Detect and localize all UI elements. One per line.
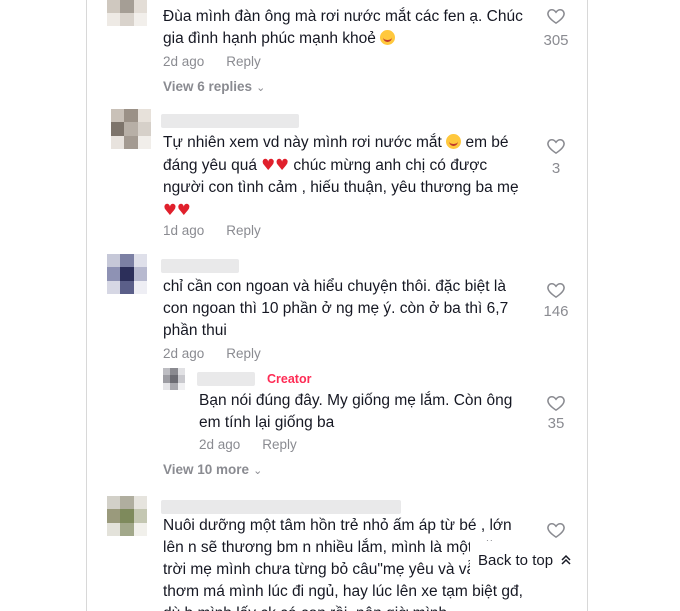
creator-badge: Creator xyxy=(267,372,312,386)
chevron-down-icon: ⌄ xyxy=(256,82,266,94)
reply-button[interactable]: Reply xyxy=(226,346,261,361)
like-heart-icon[interactable] xyxy=(546,136,566,156)
smiling-face-emoji xyxy=(446,134,462,149)
comment-text: Tự nhiên xem vd này mình rơi nước mắt em… xyxy=(163,134,519,219)
comment-meta: 2d ago Reply xyxy=(163,346,261,361)
comment-text: Đùa mình đàn ông mà rơi nước mắt các fen… xyxy=(163,8,523,47)
like-count: 146 xyxy=(543,303,569,320)
avatar[interactable] xyxy=(107,496,147,536)
like-heart-icon[interactable] xyxy=(546,393,566,413)
view-more-replies-button[interactable]: View 10 more ⌄ xyxy=(163,462,262,477)
smiling-face-emoji xyxy=(380,30,396,45)
comment-time: 2d ago xyxy=(163,346,205,361)
username-redacted[interactable] xyxy=(161,500,401,514)
like-heart-icon[interactable] xyxy=(546,6,566,26)
view-replies-button[interactable]: View 6 replies ⌄ xyxy=(163,79,265,94)
comments-panel: Đùa mình đàn ông mà rơi nước mắt các fen… xyxy=(86,0,588,611)
like-heart-icon[interactable] xyxy=(546,280,566,300)
red-heart-emoji: ♥♥ xyxy=(261,156,290,174)
comment-text: Nuôi dưỡng một tâm hồn trẻ nhỏ ấm áp từ … xyxy=(163,517,523,611)
comment-time: 2d ago xyxy=(163,54,205,69)
red-heart-emoji: ♥♥ xyxy=(163,201,191,219)
like-count: 305 xyxy=(543,32,569,49)
comment-meta: 1d ago Reply xyxy=(163,223,261,238)
reply-text: Bạn nói đúng đây. My giống mẹ lắm. Còn ô… xyxy=(199,392,513,431)
comment-time: 2d ago xyxy=(199,437,241,452)
back-to-top-label: Back to top xyxy=(478,551,554,569)
chevron-down-icon: ⌄ xyxy=(253,465,263,477)
username-redacted[interactable] xyxy=(161,114,299,128)
username-redacted[interactable] xyxy=(197,372,255,386)
username-redacted[interactable] xyxy=(161,259,239,273)
back-to-top-button[interactable]: Back to top xyxy=(470,541,586,579)
comment-meta: 2d ago Reply xyxy=(199,437,297,452)
comment-meta: 2d ago Reply xyxy=(163,54,261,69)
like-count: 35 xyxy=(547,415,565,432)
like-count: 3 xyxy=(551,160,561,177)
comment-text: chỉ cần con ngoan và hiểu chuyện thôi. đ… xyxy=(163,278,509,339)
avatar[interactable] xyxy=(111,109,151,149)
reply-button[interactable]: Reply xyxy=(226,223,261,238)
reply-button[interactable]: Reply xyxy=(226,54,261,69)
avatar[interactable] xyxy=(163,368,185,390)
double-chevron-up-icon xyxy=(561,554,571,565)
avatar[interactable] xyxy=(107,0,147,26)
comment-time: 1d ago xyxy=(163,223,205,238)
reply-button[interactable]: Reply xyxy=(262,437,297,452)
avatar[interactable] xyxy=(107,254,147,294)
like-heart-icon[interactable] xyxy=(546,520,566,540)
